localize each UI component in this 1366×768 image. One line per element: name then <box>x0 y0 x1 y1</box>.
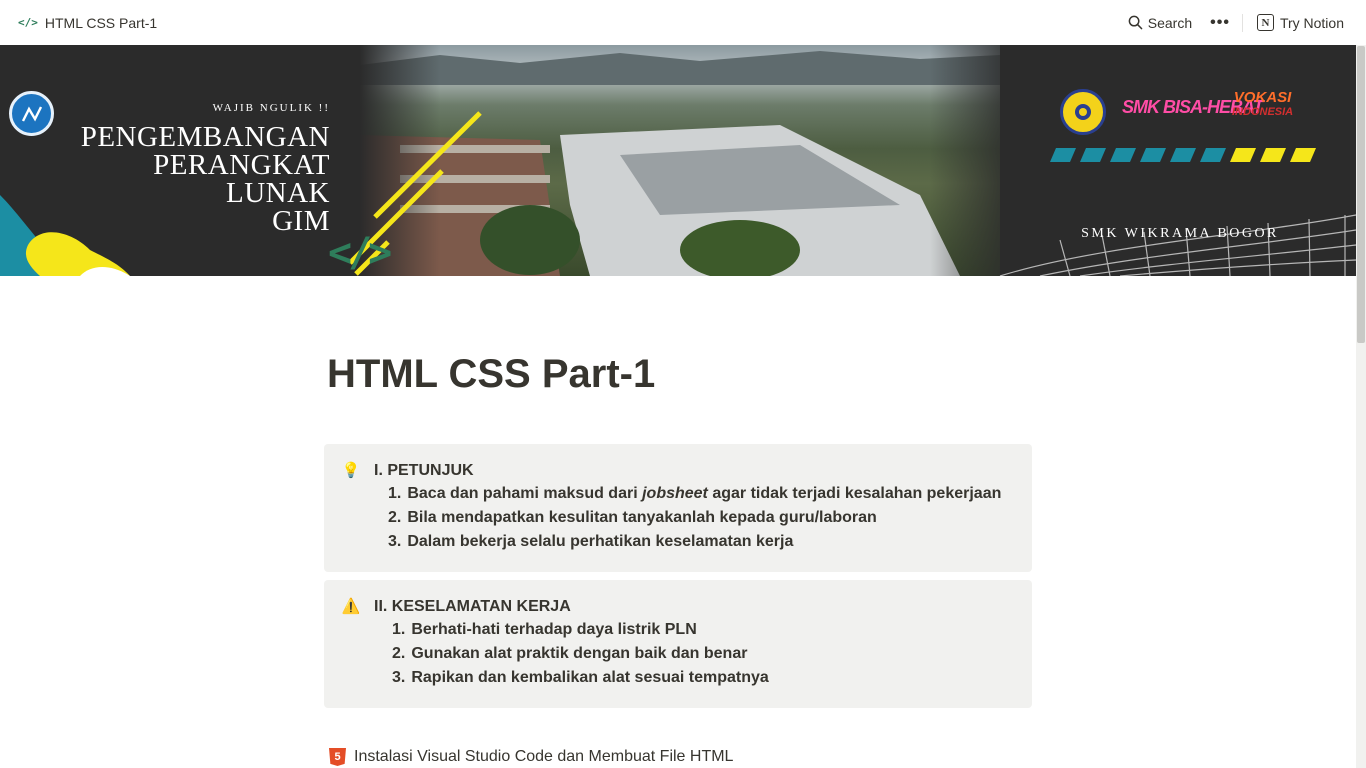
vokasi-indonesia-logo: VOKASI INDONESIA <box>1232 89 1294 119</box>
list-item: 3. Dalam bekerja selalu perhatikan kesela… <box>388 530 1016 554</box>
list-number: 3. <box>388 533 402 550</box>
top-bar: </> HTML CSS Part-1 Search ••• N Try Not… <box>0 0 1356 45</box>
banner-title-line: PENGEMBANGAN <box>80 121 330 153</box>
callout-keselamatan-kerja: ⚠️ II. KESELAMATAN KERJA 1. Berhati-hati … <box>324 580 1032 708</box>
breadcrumb[interactable]: </> HTML CSS Part-1 <box>18 15 157 31</box>
banner-title: PENGEMBANGAN PERANGKAT LUNAK GIM <box>80 121 330 237</box>
list-number: 1. <box>392 621 406 638</box>
search-icon <box>1128 15 1143 30</box>
list-text: Gunakan alat praktik dengan baik dan ben… <box>411 645 748 662</box>
banner-stripes <box>1050 148 1316 162</box>
list-number: 2. <box>392 645 406 662</box>
list-item: 3. Rapikan dan kembalikan alat sesuai tem… <box>392 666 1016 690</box>
topbar-actions: Search ••• N Try Notion <box>1122 13 1344 32</box>
notion-logo-icon: N <box>1256 14 1274 31</box>
page-title: HTML CSS Part-1 <box>327 352 656 396</box>
list-text-italic: jobsheet <box>642 485 708 502</box>
callout-heading: I. PETUNJUK <box>374 462 474 479</box>
html5-icon: 5 <box>329 748 346 766</box>
subpage-link-label: Instalasi Visual Studio Code dan Membuat… <box>354 748 734 765</box>
list-item: 2. Bila mendapatkan kesulitan tanyakanlah… <box>388 506 1016 530</box>
numbered-list: 1. Berhati-hati terhadap daya listrik PLN… <box>374 618 1016 690</box>
page-cover: WAJIB NGULIK !! PENGEMBANGAN PERANGKAT L… <box>0 45 1356 276</box>
search-label: Search <box>1147 14 1193 31</box>
list-text: Rapikan dan kembalikan alat sesuai tempa… <box>411 669 769 686</box>
breadcrumb-page-title: HTML CSS Part-1 <box>44 14 158 31</box>
try-notion-label: Try Notion <box>1279 14 1344 31</box>
school-seal-icon <box>1060 89 1106 135</box>
course-logo-icon <box>9 91 54 136</box>
banner-title-line: PERANGKAT <box>153 149 330 181</box>
banner-title-line: LUNAK <box>226 177 330 209</box>
list-number: 1. <box>388 485 402 502</box>
callout-heading: II. KESELAMATAN KERJA <box>374 598 571 615</box>
list-text: Dalam bekerja selalu perhatikan keselama… <box>407 533 794 550</box>
list-item: 2. Gunakan alat praktik dengan baik dan b… <box>392 642 1016 666</box>
list-text: Bila mendapatkan kesulitan tanyakanlah k… <box>407 509 877 526</box>
vokasi-logo-line: VOKASI <box>1233 89 1292 106</box>
list-text: Baca dan pahami maksud dari <box>407 485 643 502</box>
numbered-list: 1. Baca dan pahami maksud dari jobsheet a… <box>374 482 1016 554</box>
callout-body: I. PETUNJUK 1. Baca dan pahami maksud dar… <box>374 460 1016 556</box>
list-item: 1. Baca dan pahami maksud dari jobsheet a… <box>388 482 1016 506</box>
callout-petunjuk: 💡 I. PETUNJUK 1. Baca dan pahami maksud d… <box>324 444 1032 572</box>
list-text: Berhati-hati terhadap daya listrik PLN <box>411 621 697 638</box>
page-icon[interactable]: </> <box>328 230 392 276</box>
search-button[interactable]: Search <box>1122 15 1198 31</box>
list-text: agar tidak terjadi kesalahan pekerjaan <box>707 485 1002 502</box>
more-options-icon[interactable]: ••• <box>1198 14 1242 31</box>
list-number: 2. <box>388 509 402 526</box>
warning-icon: ⚠️ <box>341 598 361 615</box>
banner-school-name: SMK WIKRAMA BOGOR <box>1081 226 1279 241</box>
subpage-link[interactable]: 5 Instalasi Visual Studio Code dan Membu… <box>329 748 733 766</box>
list-number: 3. <box>392 669 406 686</box>
lightbulb-icon: 💡 <box>341 462 361 479</box>
banner-tagline: WAJIB NGULIK !! <box>212 102 330 114</box>
try-notion-button[interactable]: N Try Notion <box>1256 14 1344 31</box>
list-item: 1. Berhati-hati terhadap daya listrik PLN <box>392 618 1016 642</box>
scrollbar-thumb[interactable] <box>1357 46 1365 343</box>
banner-title-line: GIM <box>272 205 330 237</box>
vokasi-logo-line: INDONESIA <box>1232 106 1294 118</box>
code-icon: </> <box>18 16 38 29</box>
callout-body: II. KESELAMATAN KERJA 1. Berhati-hati ter… <box>374 596 1016 692</box>
divider <box>1241 13 1243 32</box>
